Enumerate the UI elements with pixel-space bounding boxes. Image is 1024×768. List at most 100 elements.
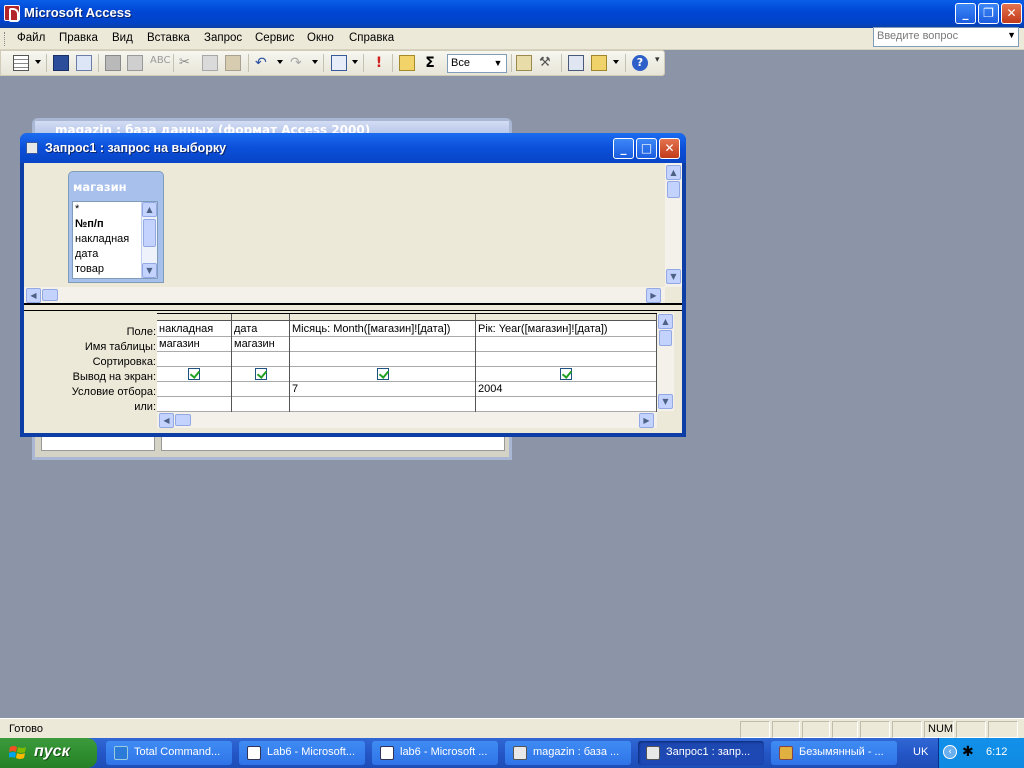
undo-icon[interactable]: ↶	[255, 55, 271, 71]
toolbar-options-icon[interactable]: ▾	[655, 55, 663, 71]
table-pane[interactable]: магазин * №п/п накладная дата товар ▲ ▼ …	[24, 163, 682, 303]
query-type-icon[interactable]	[331, 55, 347, 71]
chevron-down-icon[interactable]: ▼	[1007, 30, 1016, 40]
menu-view[interactable]: Вид	[112, 32, 133, 44]
field-item[interactable]: накладная	[75, 233, 129, 245]
scroll-thumb[interactable]	[667, 181, 680, 198]
query-window[interactable]: Запрос1 : запрос на выборку _ □ ✕ магази…	[20, 133, 686, 437]
or-cell[interactable]	[157, 397, 231, 412]
show-cell[interactable]	[476, 367, 656, 382]
column-selector[interactable]	[476, 314, 656, 321]
field-cell[interactable]: дата	[232, 322, 289, 337]
search-icon[interactable]	[76, 55, 92, 71]
grid-column[interactable]: накладная магазин	[157, 314, 232, 412]
pane-splitter[interactable]	[24, 303, 682, 311]
help-search-input[interactable]: Введите вопрос ▼	[873, 27, 1019, 47]
chevron-down-icon[interactable]	[613, 60, 619, 64]
show-cell[interactable]	[232, 367, 289, 382]
table-cell[interactable]	[290, 337, 475, 352]
tray-expand-icon[interactable]: ‹	[943, 745, 957, 759]
spider-icon[interactable]: ✱	[962, 744, 978, 760]
criteria-cell[interactable]: 7	[290, 382, 475, 397]
database-window-icon[interactable]	[568, 55, 584, 71]
properties-icon[interactable]	[516, 55, 532, 71]
grid-vscroll[interactable]: ▲ ▼	[657, 313, 674, 411]
menu-file[interactable]: Файл	[17, 32, 45, 44]
field-item[interactable]: товар	[75, 263, 104, 275]
show-cell[interactable]	[290, 367, 475, 382]
field-cell[interactable]: Місяць: Month([магазин]![дата])	[290, 322, 475, 337]
totals-icon[interactable]: Σ	[422, 55, 438, 71]
menu-tools[interactable]: Сервис	[255, 32, 294, 44]
field-list-scrollbar[interactable]: ▲ ▼	[141, 202, 157, 278]
access-logo-icon[interactable]	[4, 5, 20, 22]
table-cell[interactable]: магазин	[232, 337, 289, 352]
scroll-down-icon[interactable]: ▼	[666, 269, 681, 284]
scroll-left-icon[interactable]: ◀	[26, 288, 41, 303]
scroll-up-icon[interactable]: ▲	[142, 202, 157, 217]
taskbar-item-database[interactable]: magazin : база ...	[505, 741, 631, 765]
copy-icon[interactable]	[202, 55, 218, 71]
scroll-thumb[interactable]	[659, 330, 672, 346]
taskbar-item-word-lab6[interactable]: Lab6 - Microsoft...	[239, 741, 365, 765]
field-cell[interactable]: накладная	[157, 322, 231, 337]
taskbar-item-paint[interactable]: Безымянный - ...	[771, 741, 897, 765]
scroll-up-icon[interactable]: ▲	[658, 314, 673, 329]
criteria-cell[interactable]	[157, 382, 231, 397]
grid-column[interactable]: Рік: Year([магазин]![дата]) 2004	[476, 314, 657, 412]
build-icon[interactable]: ⚒	[539, 55, 555, 71]
table-pane-hscroll[interactable]: ◀ ▶	[24, 287, 665, 303]
design-grid-pane[interactable]: Поле: Имя таблицы: Сортировка: Вывод на …	[24, 311, 682, 433]
menu-window[interactable]: Окно	[307, 32, 334, 44]
redo-icon[interactable]: ↷	[290, 55, 306, 71]
help-icon[interactable]: ?	[632, 55, 648, 71]
field-list-title[interactable]: магазин	[73, 180, 127, 194]
column-selector[interactable]	[290, 314, 475, 321]
chevron-down-icon[interactable]: ▼	[492, 58, 504, 70]
grid-column[interactable]: Місяць: Month([магазин]![дата]) 7	[290, 314, 476, 412]
top-values-combo[interactable]: Все ▼	[447, 54, 507, 73]
criteria-cell[interactable]	[232, 382, 289, 397]
scroll-thumb[interactable]	[143, 219, 156, 247]
table-cell[interactable]: магазин	[157, 337, 231, 352]
table-cell[interactable]	[476, 337, 656, 352]
grid-column[interactable]: дата магазин	[232, 314, 290, 412]
print-preview-icon[interactable]	[127, 55, 143, 71]
close-button[interactable]: ✕	[1001, 3, 1022, 24]
run-icon[interactable]: !	[371, 55, 387, 71]
query-maximize-button[interactable]: □	[636, 138, 657, 159]
datasheet-view-icon[interactable]	[13, 55, 29, 71]
grid-hscroll[interactable]: ◀ ▶	[157, 412, 657, 428]
restore-button[interactable]: ❐	[978, 3, 999, 24]
scroll-thumb[interactable]	[175, 414, 191, 426]
show-checkbox[interactable]	[188, 368, 200, 380]
column-selector[interactable]	[157, 314, 231, 321]
column-selector[interactable]	[232, 314, 289, 321]
sort-cell[interactable]	[232, 352, 289, 367]
field-item[interactable]: дата	[75, 248, 98, 260]
minimize-button[interactable]: _	[955, 3, 976, 24]
scroll-left-icon[interactable]: ◀	[159, 413, 174, 428]
field-item-key[interactable]: №п/п	[75, 218, 104, 230]
show-table-icon[interactable]	[399, 55, 415, 71]
criteria-cell[interactable]: 2004	[476, 382, 656, 397]
save-icon[interactable]	[53, 55, 69, 71]
print-icon[interactable]	[105, 55, 121, 71]
scroll-thumb[interactable]	[42, 289, 58, 301]
scroll-right-icon[interactable]: ▶	[646, 288, 661, 303]
chevron-down-icon[interactable]	[312, 60, 318, 64]
scroll-right-icon[interactable]: ▶	[639, 413, 654, 428]
query-minimize-button[interactable]: _	[613, 138, 634, 159]
scroll-down-icon[interactable]: ▼	[658, 394, 673, 409]
clock[interactable]: 6:12	[986, 746, 1007, 758]
show-checkbox[interactable]	[560, 368, 572, 380]
paste-icon[interactable]	[225, 55, 241, 71]
scroll-up-icon[interactable]: ▲	[666, 165, 681, 180]
scroll-down-icon[interactable]: ▼	[142, 263, 157, 278]
menu-edit[interactable]: Правка	[59, 32, 98, 44]
chevron-down-icon[interactable]	[35, 60, 41, 64]
taskbar-item-total-commander[interactable]: Total Command...	[106, 741, 232, 765]
query-window-titlebar[interactable]: Запрос1 : запрос на выборку _ □ ✕	[20, 133, 686, 163]
show-checkbox[interactable]	[254, 368, 267, 380]
cut-icon[interactable]: ✂	[179, 55, 195, 71]
